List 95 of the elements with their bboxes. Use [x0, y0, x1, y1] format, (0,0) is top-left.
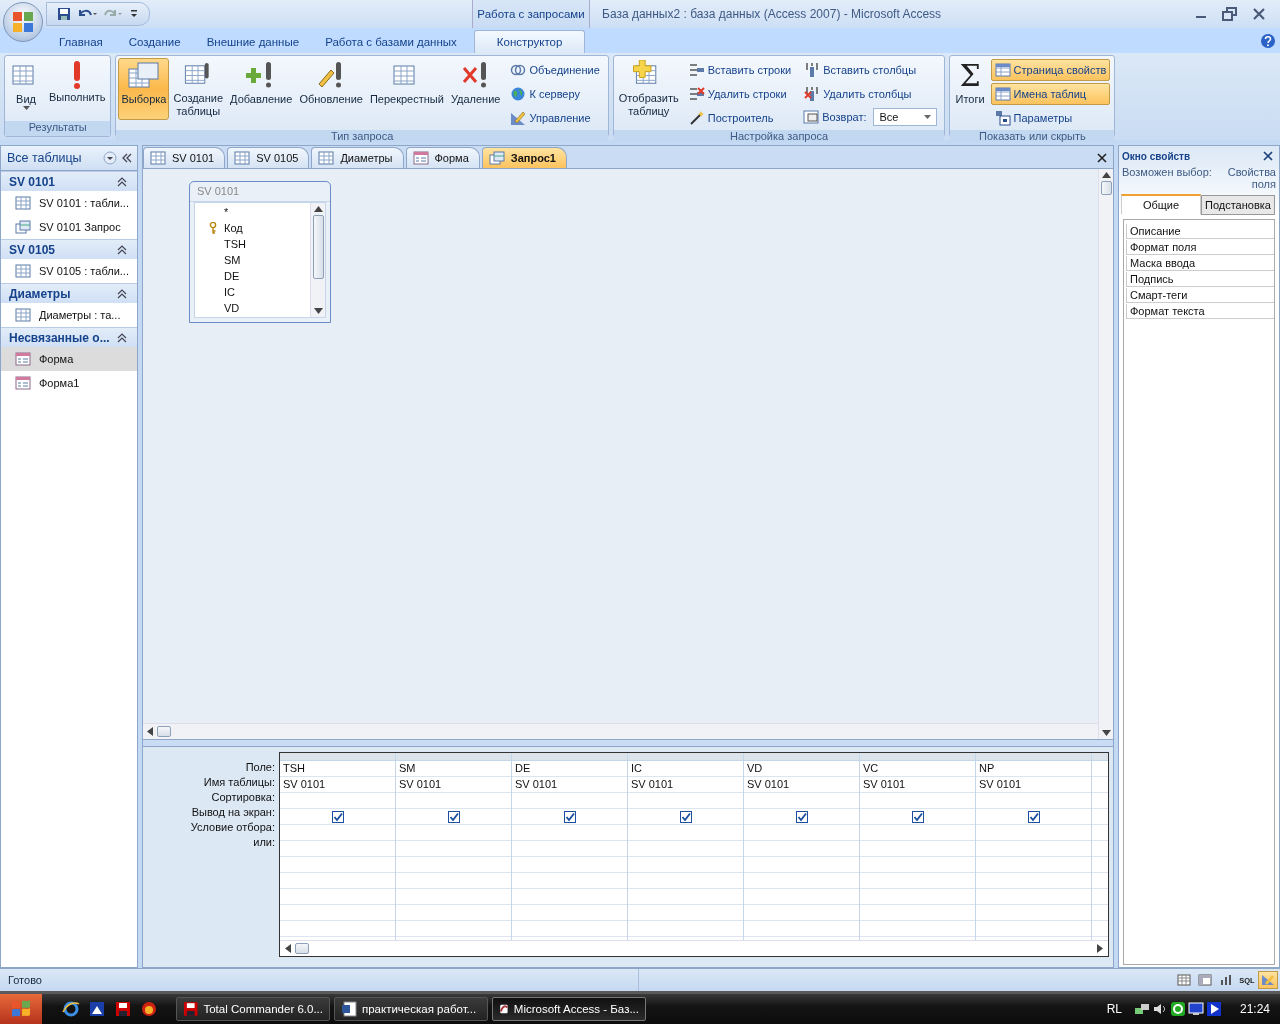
ribbon-button[interactable]: Удаление	[447, 58, 504, 120]
grid-cell[interactable]: NP	[976, 761, 1091, 777]
ribbon-button[interactable]: Выполнить	[46, 58, 109, 120]
window-title: База данных2 : база данных (Access 2007) - Microsoft Access	[601, 6, 943, 23]
return-label: Возврат:	[822, 111, 867, 123]
group-label: Тип запроса	[116, 130, 608, 142]
ribbon-tab[interactable]: Главная	[46, 31, 116, 53]
field-name[interactable]: Код	[224, 222, 243, 234]
property-name[interactable]: Описание	[1126, 224, 1274, 239]
navigation-item[interactable]: Форма1	[1, 371, 137, 395]
row-label: Условие отбора:	[189, 820, 276, 835]
group-header[interactable]: SV 0101	[1, 172, 137, 191]
field-name[interactable]: SM	[224, 254, 241, 266]
taskbar-button[interactable]: практическая работ...	[334, 997, 488, 1021]
document-tab[interactable]: SV 0105	[227, 147, 310, 168]
navigation-pane-header[interactable]: Все таблицы	[1, 146, 137, 171]
navigation-item[interactable]: SV 0101 : табли...	[1, 191, 137, 215]
navigation-item[interactable]: Форма	[1, 347, 137, 371]
ribbon-button[interactable]: Отобразить таблицу	[615, 58, 682, 120]
field-name[interactable]: DE	[224, 270, 240, 282]
grid-cell[interactable]: IC	[628, 761, 743, 777]
taskbar-button[interactable]: Microsoft Access - Баз...	[492, 997, 646, 1021]
document-tab[interactable]: Форма	[405, 147, 480, 168]
row-label: Вывод на экран:	[190, 805, 276, 820]
ribbon-button[interactable]: Удалить строки	[684, 83, 796, 105]
navigation-item[interactable]: SV 0105 : табли...	[1, 259, 137, 283]
grid-cell[interactable]: SV 0101	[512, 777, 627, 793]
document-tab[interactable]: SV 0101	[143, 147, 226, 168]
grid-cell[interactable]: SV 0101	[396, 777, 511, 793]
ribbon-button[interactable]: Σ Итоги	[952, 58, 988, 120]
grid-cell[interactable]: VD	[744, 761, 859, 777]
navigation-item[interactable]: SV 0101 Запрос	[1, 215, 137, 239]
ribbon-button[interactable]: Выборка	[118, 58, 170, 120]
selection-label: Возможен выбор:	[1122, 166, 1212, 180]
ribbon-button[interactable]: Имена таблиц	[990, 83, 1111, 105]
row-label: Поле:	[244, 760, 276, 775]
ribbon-tab[interactable]: Работа с базами данных	[312, 31, 470, 53]
ribbon-button[interactable]: Параметры	[990, 107, 1111, 129]
field-name[interactable]: *	[224, 206, 229, 218]
document-tab[interactable]: Диаметры	[311, 147, 404, 168]
property-name[interactable]: Формат текста	[1126, 304, 1274, 319]
property-tab[interactable]: Подстановка	[1201, 195, 1275, 215]
ribbon-button[interactable]: Вставить столбцы	[800, 59, 941, 81]
field-name[interactable]: IC	[224, 286, 235, 298]
selection-type: Свойства поля	[1226, 166, 1276, 190]
group-header[interactable]: SV 0105	[1, 240, 137, 259]
row-label: Имя таблицы:	[202, 775, 276, 790]
property-name[interactable]: Маска ввода	[1126, 256, 1274, 271]
grid-cell[interactable]: SV 0101	[976, 777, 1091, 793]
group-label: Настройка запроса	[613, 130, 945, 142]
ribbon-tab[interactable]: Внешние данные	[193, 31, 313, 53]
contextual-tab-label: Работа с запросами	[472, 0, 590, 28]
grid-cell[interactable]: TSH	[280, 761, 395, 777]
field-list[interactable]: SV 0101 * Код TSH SM DE IC VD	[189, 181, 331, 323]
row-label: или:	[252, 835, 276, 850]
grid-cell[interactable]: VC	[860, 761, 975, 777]
field-name[interactable]: TSH	[224, 238, 246, 250]
ribbon-button[interactable]: Страница свойств	[990, 59, 1111, 81]
property-tab[interactable]: Общие	[1121, 194, 1201, 215]
clock: 21:24	[1239, 1002, 1270, 1016]
field-name[interactable]: VD	[224, 302, 240, 314]
property-name[interactable]: Смарт-теги	[1126, 288, 1274, 303]
group-header[interactable]: Несвязанные о...	[1, 328, 137, 347]
grid-cell[interactable]: SV 0101	[280, 777, 395, 793]
taskbar-button[interactable]: Total Commander 6.0...	[176, 997, 330, 1021]
ribbon-button[interactable]: Построитель	[684, 107, 796, 129]
navigation-item[interactable]: Диаметры : та...	[1, 303, 137, 327]
ribbon-button[interactable]: Создание таблицы	[170, 58, 227, 120]
ribbon-button[interactable]: Перекрестный	[366, 58, 447, 120]
ribbon-button[interactable]: Удалить столбцы	[800, 83, 941, 105]
language-indicator[interactable]: RL	[1106, 1002, 1122, 1016]
ribbon-button[interactable]: Вид	[7, 58, 45, 120]
grid-cell[interactable]: DE	[512, 761, 627, 777]
grid-cell[interactable]: SM	[396, 761, 511, 777]
ribbon-button[interactable]: Объединение	[506, 59, 604, 81]
row-label: Сортировка:	[210, 790, 276, 805]
group-header[interactable]: Диаметры	[1, 284, 137, 303]
grid-cell[interactable]: SV 0101	[744, 777, 859, 793]
property-name[interactable]: Формат поля	[1126, 240, 1274, 255]
ribbon-button[interactable]: Управление	[506, 107, 604, 129]
group-label: Показать или скрыть	[950, 130, 1115, 142]
ribbon-button[interactable]: Добавление	[227, 58, 296, 120]
grid-cell[interactable]: SV 0101	[628, 777, 743, 793]
grid-cell[interactable]: SV 0101	[860, 777, 975, 793]
ribbon-button[interactable]: Обновление	[296, 58, 366, 120]
ribbon-button[interactable]: Вставить строки	[684, 59, 796, 81]
ribbon-tab[interactable]: Создание	[115, 31, 194, 53]
pane-title: Окно свойств	[1122, 150, 1191, 162]
property-name[interactable]: Подпись	[1126, 272, 1274, 287]
ribbon-tab[interactable]: Конструктор	[473, 30, 586, 53]
ribbon-button[interactable]: К серверу	[506, 83, 604, 105]
group-label: Результаты	[5, 121, 111, 136]
return-dropdown[interactable]: Все	[873, 108, 938, 126]
document-tab[interactable]: Запрос1	[481, 147, 567, 168]
status-text: Готово	[8, 974, 43, 986]
